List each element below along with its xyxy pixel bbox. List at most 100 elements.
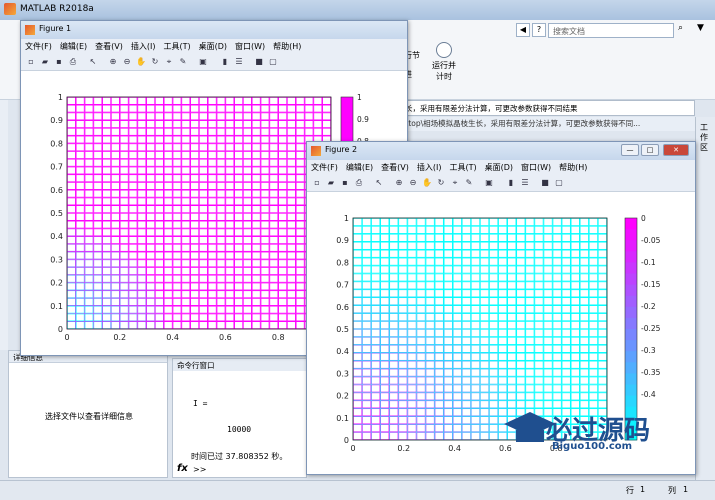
search-input[interactable]: 搜索文档 (548, 23, 674, 38)
mesh-cell (111, 112, 120, 120)
mesh-cell (362, 368, 371, 377)
link-plot-icon[interactable]: ▣ (483, 177, 495, 189)
mesh-cell (407, 242, 417, 250)
mesh-cell (534, 368, 544, 377)
mesh-cell (234, 213, 243, 221)
menu-view[interactable]: 查看(V) (95, 42, 123, 51)
new-figure-icon[interactable]: ▫ (311, 177, 323, 189)
workspace-side-panel[interactable]: 工作区 (695, 117, 715, 480)
mesh-cell (561, 257, 571, 266)
zoom-in-icon[interactable]: ⊕ (107, 56, 119, 68)
menu-help[interactable]: 帮助(H) (273, 42, 301, 51)
minimize-button[interactable]: — (621, 144, 639, 156)
mesh-cell (172, 143, 182, 151)
mesh-cell (234, 205, 243, 213)
editor-path-tab[interactable]: ktop\相场模拟晶枝生长，采用有限差分法计算，可更改参数获得不同... (400, 117, 695, 131)
brush-icon[interactable]: ✎ (177, 56, 189, 68)
command-window[interactable]: 命令行窗口 I = 10000 时间已过 37.808352 秒。 fx >> (172, 358, 307, 478)
mesh-cell (434, 313, 444, 321)
link-plot-icon[interactable]: ▣ (197, 56, 209, 68)
hide-plot-tools-icon[interactable]: ■ (253, 56, 265, 68)
print-icon[interactable]: ⎙ (67, 56, 79, 68)
menu-desktop[interactable]: 桌面(D) (485, 163, 513, 172)
menu-tools[interactable]: 工具(T) (449, 163, 476, 172)
print-icon[interactable]: ⎙ (353, 177, 365, 189)
mesh-cell (362, 305, 371, 313)
nav-back-button[interactable]: ◀ (516, 23, 530, 37)
fx-icon[interactable]: fx (177, 463, 188, 474)
mesh-cell (137, 174, 146, 182)
mesh-cell (471, 337, 480, 345)
mesh-cell (76, 143, 85, 151)
zoom-out-icon[interactable]: ⊖ (407, 177, 419, 189)
pan-icon[interactable]: ✋ (421, 177, 433, 189)
mesh-cell (76, 282, 85, 291)
open-file-icon[interactable]: ▰ (39, 56, 51, 68)
save-icon[interactable]: ▪ (53, 56, 65, 68)
maximize-button[interactable]: □ (641, 144, 659, 156)
cmd-prompt[interactable]: >> (193, 465, 206, 474)
zoom-in-icon[interactable]: ⊕ (393, 177, 405, 189)
mesh-cell (120, 259, 129, 267)
hide-plot-tools-icon[interactable]: ■ (539, 177, 551, 189)
address-bar[interactable]: 长，采用有限差分法计算，可更改参数获得不同结果 (400, 100, 695, 116)
mesh-cell (507, 249, 517, 258)
colorbar-icon[interactable]: ▮ (505, 177, 517, 189)
menu-file[interactable]: 文件(F) (311, 163, 338, 172)
pan-icon[interactable]: ✋ (135, 56, 147, 68)
zoom-out-icon[interactable]: ⊖ (121, 56, 133, 68)
mesh-cell (489, 392, 498, 401)
rotate-icon[interactable]: ↻ (149, 56, 161, 68)
mesh-cell (525, 360, 535, 369)
open-file-icon[interactable]: ▰ (325, 177, 337, 189)
select-arrow-icon[interactable]: ↖ (373, 177, 385, 189)
mesh-cell (225, 128, 234, 136)
brush-icon[interactable]: ✎ (463, 177, 475, 189)
data-cursor-icon[interactable]: ⌖ (163, 56, 175, 68)
select-arrow-icon[interactable]: ↖ (87, 56, 99, 68)
menu-window[interactable]: 窗口(W) (235, 42, 265, 51)
menu-tools[interactable]: 工具(T) (163, 42, 190, 51)
menu-insert[interactable]: 插入(I) (417, 163, 442, 172)
menu-desktop[interactable]: 桌面(D) (199, 42, 227, 51)
mesh-cell (389, 337, 399, 345)
mesh-cell (190, 259, 199, 267)
close-button[interactable]: ✕ (663, 144, 689, 156)
mesh-cell (389, 242, 399, 250)
show-plot-tools-icon[interactable]: ▢ (553, 177, 565, 189)
save-icon[interactable]: ▪ (339, 177, 351, 189)
legend-icon[interactable]: ☰ (233, 56, 245, 68)
data-cursor-icon[interactable]: ⌖ (449, 177, 461, 189)
mesh-cell (362, 265, 371, 274)
mesh-cell (398, 392, 408, 401)
menu-help[interactable]: 帮助(H) (559, 163, 587, 172)
mesh-cell (269, 228, 278, 236)
mesh-cell (389, 432, 399, 440)
mesh-cell (111, 228, 120, 236)
show-plot-tools-icon[interactable]: ▢ (267, 56, 279, 68)
menu-file[interactable]: 文件(F) (25, 42, 52, 51)
mesh-cell (208, 321, 217, 329)
menu-edit[interactable]: 编辑(E) (60, 42, 87, 51)
menu-view[interactable]: 查看(V) (381, 163, 409, 172)
mesh-cell (181, 143, 190, 151)
mesh-cell (164, 174, 173, 182)
menu-edit[interactable]: 编辑(E) (346, 163, 373, 172)
mesh-cell (102, 267, 111, 275)
rotate-icon[interactable]: ↻ (435, 177, 447, 189)
expand-ribbon-icon[interactable]: ▼ (697, 23, 711, 37)
mesh-cell (137, 112, 146, 120)
mesh-cell (425, 226, 435, 234)
new-figure-icon[interactable]: ▫ (25, 56, 37, 68)
y-tick-label: 1 (344, 214, 349, 223)
search-icon[interactable]: ⌕ (678, 23, 692, 37)
run-and-time-button[interactable]: 运行并 计时 (430, 42, 458, 82)
mesh-cell (296, 259, 305, 267)
menu-window[interactable]: 窗口(W) (521, 163, 551, 172)
mesh-cell (516, 242, 526, 250)
help-icon[interactable]: ? (532, 23, 546, 37)
menu-insert[interactable]: 插入(I) (131, 42, 156, 51)
legend-icon[interactable]: ☰ (519, 177, 531, 189)
mesh-cell (489, 313, 498, 321)
colorbar-icon[interactable]: ▮ (219, 56, 231, 68)
